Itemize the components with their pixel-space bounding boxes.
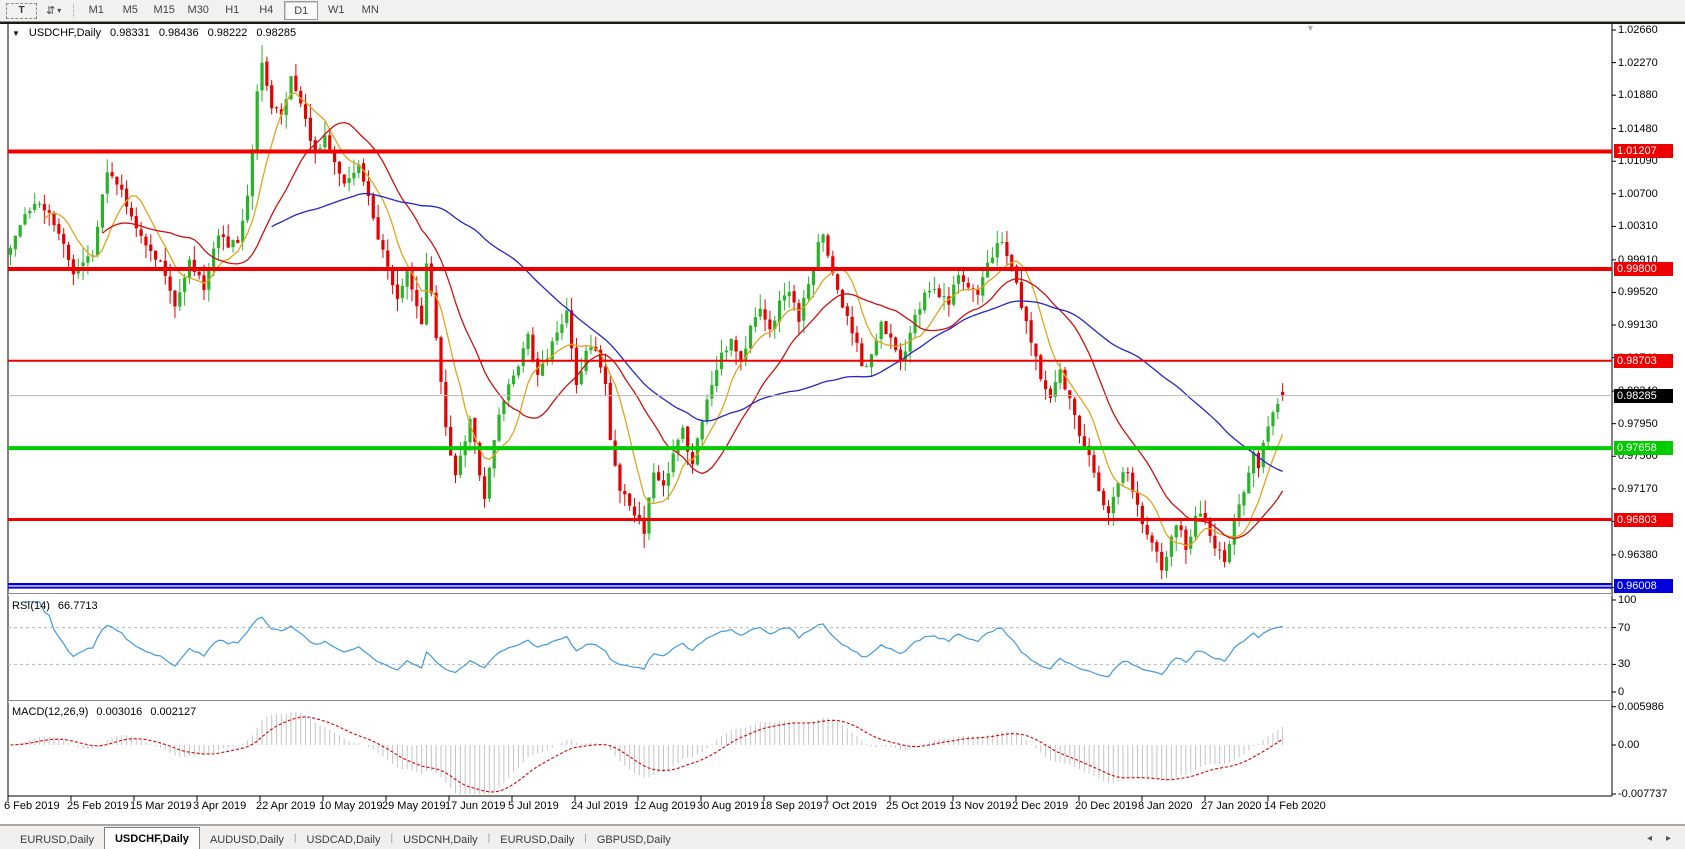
price-tag-0.97658: 0.97658 [1614,441,1673,455]
symbol-period-label: USDCHF,Daily [29,27,101,39]
date-axis-label: 8 Jan 2020 [1138,800,1192,812]
price-axis-label: 1.02270 [1618,57,1658,69]
price-axis-label: 1.01880 [1618,89,1658,101]
chart-tab-gbpusd-6[interactable]: GBPUSD,Daily [587,830,681,849]
rsi-axis-label: 30 [1618,658,1630,670]
rsi-axis-label: 70 [1618,622,1630,634]
price-axis-label: 0.96380 [1618,549,1658,561]
date-axis-label: 10 May 2019 [319,800,383,812]
date-axis-label: 6 Feb 2019 [4,800,60,812]
chart-tab-usdcad-3[interactable]: USDCAD,Daily [297,830,391,849]
chart-title: ▼ USDCHF,Daily 0.98331 0.98436 0.98222 0… [12,27,296,39]
chart-tab-usdcnh-4[interactable]: USDCNH,Daily [393,830,488,849]
price-axis-label: 0.97950 [1618,418,1658,430]
ohlc-open: 0.98331 [110,27,150,39]
date-axis-label: 17 Jun 2019 [445,800,506,812]
rsi-label: RSI(14)66.7713 [12,600,98,612]
macd-axis-label: 0.00 [1618,739,1639,751]
mt4-window: T ⇵ ▾ M1M5M15M30H1H4D1W1MN ▼ USDCHF,Dail… [0,0,1685,849]
date-axis-label: 5 Jul 2019 [508,800,559,812]
price-axis-label: 0.99520 [1618,286,1658,298]
rsi-axis-label: 0 [1618,686,1624,698]
chart-tab-bar: EURUSD,DailyUSDCHF,DailyAUDUSD,Daily|USD… [0,825,1685,849]
chart-tab-eurusd-5[interactable]: EURUSD,Daily [490,830,584,849]
macd-axis-label: -0.007737 [1618,788,1668,800]
date-axis-label: 25 Oct 2019 [886,800,946,812]
ohlc-low: 0.98222 [208,27,248,39]
date-axis-label: 25 Feb 2019 [67,800,129,812]
chart-tab-eurusd-0[interactable]: EURUSD,Daily [10,830,104,849]
price-tag-0.96803: 0.96803 [1614,513,1673,527]
price-tag-0.98285: 0.98285 [1614,389,1673,403]
date-axis-label: 29 May 2019 [382,800,446,812]
date-axis-label: 20 Dec 2019 [1075,800,1137,812]
chart-shift-marker-icon[interactable]: ▼ [1306,23,1315,33]
chart-expand-arrow-icon[interactable]: ▼ [12,29,20,38]
ma-55-line [272,194,1283,472]
price-axis-label: 1.01480 [1618,123,1658,135]
chart-tab-usdchf-1[interactable]: USDCHF,Daily [104,827,200,849]
date-axis-label: 22 Apr 2019 [256,800,315,812]
price-axis-label: 1.00700 [1618,188,1658,200]
tabs-scroll-right-icon[interactable]: ▸ [1666,833,1671,844]
date-axis-label: 15 Mar 2019 [130,800,192,812]
date-axis-label: 18 Sep 2019 [760,800,822,812]
date-axis-label: 30 Aug 2019 [697,800,759,812]
date-axis-label: 7 Oct 2019 [823,800,877,812]
date-axis-label: 12 Aug 2019 [634,800,696,812]
ma-20-line [102,123,1282,539]
price-axis-label: 1.00310 [1618,220,1658,232]
date-axis-label: 2 Dec 2019 [1012,800,1068,812]
date-axis-label: 13 Nov 2019 [949,800,1011,812]
price-axis-label: 1.02660 [1618,24,1658,36]
date-axis-label: 3 Apr 2019 [193,800,246,812]
price-tag-0.98703: 0.98703 [1614,354,1673,368]
macd-label: MACD(12,26,9)0.0030160.002127 [12,706,196,718]
date-axis-label: 27 Jan 2020 [1201,800,1262,812]
price-tag-0.99800: 0.99800 [1614,262,1673,276]
date-axis-label: 24 Jul 2019 [571,800,628,812]
ohlc-close: 0.98285 [256,27,296,39]
rsi-line [25,602,1283,677]
ohlc-high: 0.98436 [159,27,199,39]
macd-signal-line [11,717,1283,792]
price-tag-0.96008: 0.96008 [1614,579,1673,593]
date-axis-label: 14 Feb 2020 [1264,800,1326,812]
chart-tab-audusd-2[interactable]: AUDUSD,Daily [200,830,294,849]
price-axis-label: 0.99130 [1618,319,1658,331]
price-tag-1.01207: 1.01207 [1614,144,1673,158]
tabs-scroll-left-icon[interactable]: ◂ [1647,833,1652,844]
macd-axis-label: 0.005986 [1618,701,1664,713]
price-axis-label: 0.97170 [1618,483,1658,495]
macd-histogram-layer [11,712,1283,794]
chart-canvas[interactable] [0,0,1685,849]
rsi-axis-label: 100 [1618,594,1636,606]
